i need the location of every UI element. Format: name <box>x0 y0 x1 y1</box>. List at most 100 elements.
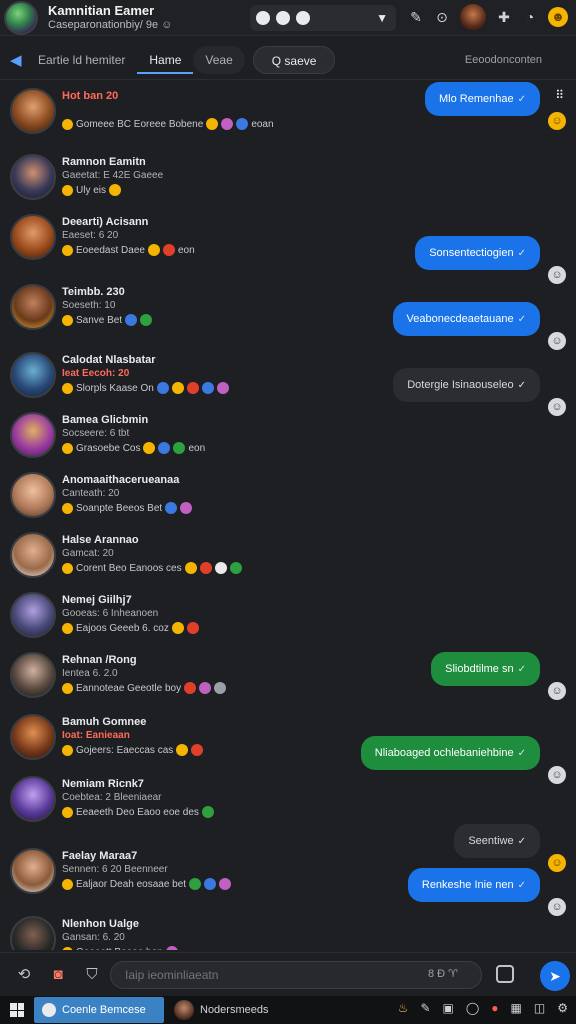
reaction-icon[interactable]: ☺ <box>548 332 566 350</box>
box-tray-icon[interactable]: ▣ <box>443 1001 454 1015</box>
taskbar-second-app[interactable]: Nodersmeeds <box>174 997 268 1023</box>
message-preview: Eeaeeth Deo Eaoo eoe des <box>62 806 214 818</box>
chat-bubble[interactable]: Sliobdtilme sn ✓ <box>431 652 540 686</box>
preview-text: Corent Beo Eanoos ces <box>76 562 182 574</box>
reaction-badge-icon <box>191 744 204 756</box>
chat-icon[interactable]: ◔ <box>522 9 538 25</box>
status-dot-icon <box>62 184 73 196</box>
contact-name: Ramnon Eamitn <box>62 156 146 168</box>
emoji-icon[interactable]: ☻ <box>548 7 568 27</box>
contact-status: Gansan: 6. 20 <box>62 932 125 943</box>
preview-text: Gojeers: Eaeccas cas <box>76 744 174 756</box>
tab-right-label[interactable]: Eeoodonconten <box>465 54 542 66</box>
app-avatar[interactable] <box>4 0 38 35</box>
contact-avatar[interactable] <box>10 532 56 578</box>
reaction-icon[interactable]: ☺ <box>548 398 566 416</box>
back-label[interactable]: Eartie ld hemiter <box>26 46 137 74</box>
reaction-badge-icon <box>206 118 219 130</box>
tab-home[interactable]: Hame <box>137 46 194 74</box>
pen-tray-icon[interactable]: ✎ <box>420 1001 430 1015</box>
chat-bubble[interactable]: Sonsentectiogien ✓ <box>415 236 540 270</box>
status-dot-icon <box>62 442 73 454</box>
bubble-text: Sliobdtilme sn <box>445 663 514 675</box>
reaction-icon[interactable]: ☺ <box>548 898 566 916</box>
flame-icon[interactable]: ♨ <box>398 1001 409 1015</box>
back-arrow-icon[interactable]: ◀ <box>10 51 26 69</box>
message-input[interactable] <box>110 961 482 989</box>
user-avatar[interactable] <box>460 4 486 30</box>
reaction-icon[interactable]: ☺ <box>548 112 566 130</box>
contact-status: Gamcat: 20 <box>62 548 114 559</box>
add-icon[interactable]: ✚ <box>496 9 512 25</box>
contact-avatar[interactable] <box>10 714 56 760</box>
more-options-icon[interactable]: ⠿ <box>555 88 564 102</box>
contact-avatar[interactable] <box>10 652 56 698</box>
shield-icon[interactable]: ⛉ <box>82 965 102 985</box>
pen-icon[interactable]: ✎ <box>408 9 424 25</box>
contact-name: Bamuh Gomnee <box>62 716 147 728</box>
circle-tray-icon[interactable]: ◯ <box>466 1001 479 1015</box>
taskbar-active-app[interactable]: Coenle Bemcese <box>34 997 164 1023</box>
tab-video[interactable]: Veae <box>193 45 245 74</box>
chat-bubble[interactable]: Nliaboaged ochlebaniehbine ✓ <box>360 736 540 770</box>
contact-name: Hot ban 20 <box>62 90 119 102</box>
contact-avatar[interactable] <box>10 472 56 518</box>
conversation-row[interactable]: Anomaaithacerueanaa Canteath: 20 Soanpte B… <box>0 468 576 530</box>
reaction-badge-icon <box>171 622 184 634</box>
gear-tray-icon[interactable]: ⚙ <box>557 1001 568 1015</box>
contact-avatar[interactable] <box>10 88 56 134</box>
link-icon[interactable] <box>256 11 270 25</box>
reaction-badge-icon <box>186 622 199 634</box>
circle-icon[interactable] <box>276 11 290 25</box>
taskbar-second-label: Nodersmeeds <box>200 1004 269 1016</box>
refresh-icon[interactable]: ⊙ <box>434 9 450 25</box>
reaction-icon[interactable]: ☺ <box>548 266 566 284</box>
contact-avatar[interactable] <box>10 284 56 330</box>
reaction-icon[interactable]: ☺ <box>548 854 566 872</box>
chat-bubble[interactable]: Dotergie Isinaouseleo ✓ <box>393 368 540 402</box>
chat-bubble[interactable]: Renkeshe Inie nen ✓ <box>407 868 540 902</box>
chat-bubble[interactable]: Seentiwe ✓ <box>454 824 540 858</box>
send-button[interactable]: ➤ <box>540 961 570 991</box>
contact-avatar[interactable] <box>10 352 56 398</box>
conversation-row[interactable]: Ramnon Eamitn Gaeetat: E 42E Gaeee Uly eis <box>0 150 576 212</box>
reaction-badge-icon <box>109 184 122 196</box>
input-inline-icons[interactable]: 8 Ð ♈ <box>428 967 458 980</box>
reaction-icon[interactable]: ☺ <box>548 766 566 784</box>
record-tray-icon[interactable]: ● <box>491 1001 498 1015</box>
app-avatar-icon <box>174 1000 194 1020</box>
conversation-row[interactable]: Nlenhon Ualge Gansan: 6. 20 Gaeeatt Beaeo … <box>0 912 576 950</box>
record-icon[interactable] <box>296 11 310 25</box>
titlebar-icons: ✎ ⊙ ✚ ◔ ☻ <box>408 4 568 30</box>
chat-bubble[interactable]: Veabonecdeaetauane ✓ <box>392 302 540 336</box>
contact-avatar[interactable] <box>10 916 56 950</box>
search-button[interactable]: Q saeve <box>252 45 336 74</box>
contact-name: Nemej Giilhj7 <box>62 594 132 606</box>
reaction-icon[interactable]: ☺ <box>548 682 566 700</box>
contact-avatar[interactable] <box>10 776 56 822</box>
contact-avatar[interactable] <box>10 154 56 200</box>
camera-icon[interactable]: ◙ <box>48 965 68 985</box>
conversation-list: Hot ban 20 Gomeee BC Eoreee Bobene eoan Ram… <box>0 82 576 950</box>
conversation-row[interactable]: Halse Arannao Gamcat: 20 Corent Beo Eanoos… <box>0 528 576 590</box>
contact-name: Calodat Nlasbatar <box>62 354 156 366</box>
bubble-text: Mlo Remenhae <box>439 93 514 105</box>
contact-avatar[interactable] <box>10 214 56 260</box>
conversation-row[interactable]: Nemej Giilhj7 Gooeas: 6 Inheanoen Eajoos G… <box>0 588 576 650</box>
attach-icon[interactable] <box>496 965 514 983</box>
contact-status: Eaeset: 6 20 <box>62 230 119 241</box>
chat-bubble[interactable]: Mlo Remenhae ✓ <box>425 82 540 116</box>
windows-start-icon[interactable] <box>10 1003 24 1017</box>
contact-avatar[interactable] <box>10 412 56 458</box>
conversation-row[interactable]: Bamea Glicbmin Socseere: 6 tbt Grasoebe Co… <box>0 408 576 470</box>
reaction-badge-icon <box>216 382 229 394</box>
preview-text: Soanpte Beeos Bet <box>76 502 163 514</box>
status-dot-icon <box>62 382 73 394</box>
contact-avatar[interactable] <box>10 592 56 638</box>
grid-tray-icon[interactable]: ▦ <box>511 1001 522 1015</box>
taskbar: Coenle Bemcese Nodersmeeds ♨ ✎ ▣ ◯ ● ▦ ◫… <box>0 996 576 1024</box>
contact-avatar[interactable] <box>10 848 56 894</box>
window-tray-icon[interactable]: ◫ <box>534 1001 545 1015</box>
filter-icon[interactable]: ▼ <box>376 11 388 25</box>
refresh-icon[interactable]: ⟲ <box>14 965 34 985</box>
